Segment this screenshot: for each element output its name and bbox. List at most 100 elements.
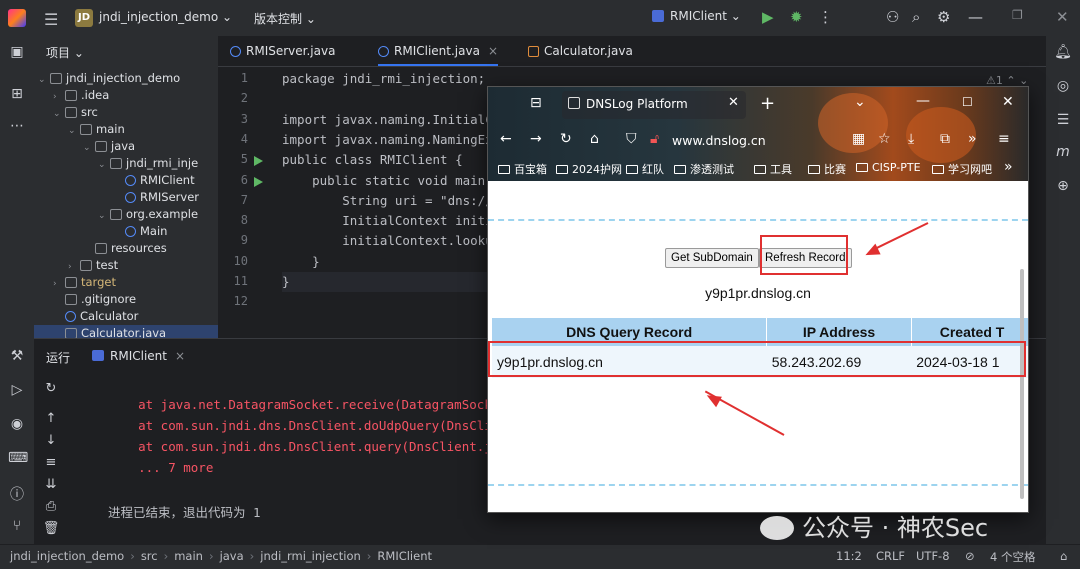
browser-tab-close-icon[interactable]: ✕ xyxy=(728,95,739,110)
minimize-icon[interactable]: — xyxy=(968,8,983,26)
tree-item[interactable]: ⌄ org.example xyxy=(34,206,218,223)
tree-item[interactable]: Main xyxy=(34,223,218,240)
more-bookmarks-icon[interactable]: » xyxy=(1004,159,1013,175)
scroll-to-end-icon[interactable]: ⇊ xyxy=(42,477,60,492)
line-separator[interactable]: CRLF xyxy=(876,549,905,563)
bookmark-item[interactable]: 学习网吧 xyxy=(932,161,992,177)
ai-assistant-icon[interactable]: ◎ xyxy=(1054,78,1072,94)
bookmark-item[interactable]: 百宝箱 xyxy=(498,161,547,177)
bookmark-star-icon[interactable]: ☆ xyxy=(878,131,891,147)
lock-icon[interactable]: ⌂ xyxy=(1060,549,1067,563)
tree-item[interactable]: ⌄ src xyxy=(34,104,218,121)
run-tool-icon[interactable]: ▷ xyxy=(8,382,26,400)
tree-item[interactable]: › target xyxy=(34,274,218,291)
rerun-icon[interactable]: ↻ xyxy=(42,381,60,396)
breadcrumb-item[interactable]: java xyxy=(220,549,244,563)
debug-icon[interactable]: ✹ xyxy=(790,8,803,26)
project-panel-title[interactable]: 项目 ⌄ xyxy=(46,44,84,61)
breadcrumb-item[interactable]: src xyxy=(141,549,158,563)
browser-maximize-icon[interactable]: ☐ xyxy=(962,95,973,109)
gutter-run-icon[interactable] xyxy=(254,156,263,167)
maven-icon[interactable]: m xyxy=(1054,144,1072,160)
breadcrumb-item[interactable]: RMIClient xyxy=(377,549,432,563)
tree-item[interactable]: Calculator xyxy=(34,308,218,325)
extensions-icon[interactable]: ⧉ xyxy=(940,131,950,147)
address-bar[interactable]: www.dnslog.cn xyxy=(672,133,766,148)
bookmark-item[interactable]: 比赛 xyxy=(808,161,846,177)
problems-tool-icon[interactable]: ⓘ xyxy=(8,484,26,503)
run-icon[interactable]: ▶ xyxy=(762,8,774,26)
git-tool-icon[interactable]: ⑂ xyxy=(8,518,26,536)
tree-item[interactable]: RMIServer xyxy=(34,189,218,206)
run-config-selector[interactable]: RMIClient ⌄ xyxy=(652,9,741,23)
tree-item[interactable]: ⌄ java xyxy=(34,138,218,155)
tab-rmiclient[interactable]: RMIClient.java × xyxy=(378,36,498,66)
print-icon[interactable]: ⎙ xyxy=(42,499,60,514)
tab-overview-icon[interactable]: ⊟ xyxy=(530,95,542,111)
run-tab-rmiclient[interactable]: RMIClient × xyxy=(92,349,185,363)
browser-close-icon[interactable]: ✕ xyxy=(1002,94,1014,110)
search-icon[interactable]: ⌕ xyxy=(912,8,920,26)
bookmark-item[interactable]: 红队 xyxy=(626,161,664,177)
restore-icon[interactable]: ❐ xyxy=(1012,8,1023,22)
bookmark-item[interactable]: CISP-PTE xyxy=(856,161,921,174)
get-subdomain-button[interactable]: Get SubDomain xyxy=(665,248,759,268)
run-tab-close-icon[interactable]: × xyxy=(175,349,185,363)
tab-rmiserver[interactable]: RMIServer.java xyxy=(230,36,335,66)
bookmark-item[interactable]: 2024护网 xyxy=(556,161,622,177)
breadcrumb-item[interactable]: main xyxy=(174,549,203,563)
file-encoding[interactable]: UTF-8 xyxy=(916,549,950,563)
caret-position[interactable]: 11:2 xyxy=(836,549,862,563)
new-tab-icon[interactable]: + xyxy=(760,93,775,114)
tree-item[interactable]: .gitignore xyxy=(34,291,218,308)
clear-icon[interactable]: 🗑︎ xyxy=(42,521,60,536)
overflow-icon[interactable]: » xyxy=(968,131,977,147)
main-menu-icon[interactable]: ☰ xyxy=(44,10,58,29)
soft-wrap-icon[interactable]: ≡ xyxy=(42,455,60,470)
tree-item[interactable]: ⌄ jndi_rmi_inje xyxy=(34,155,218,172)
project-tool-icon[interactable]: ▣ xyxy=(8,44,26,62)
browser-minimize-icon[interactable]: — xyxy=(916,93,930,109)
downloads-icon[interactable]: ⤓ xyxy=(908,131,914,147)
build-tool-icon[interactable]: ⚒ xyxy=(8,348,26,366)
qr-code-icon[interactable]: ▦ xyxy=(852,131,865,147)
breadcrumb-item[interactable]: jndi_injection_demo xyxy=(10,549,124,563)
notifications-icon[interactable]: 🔔︎ xyxy=(1054,44,1072,60)
gutter-run-icon[interactable] xyxy=(254,176,263,187)
scroll-down-icon[interactable]: ↓ xyxy=(42,433,60,448)
insecure-lock-icon[interactable]: 🔓︎ xyxy=(650,131,659,147)
tree-item[interactable]: resources xyxy=(34,240,218,257)
breadcrumb-item[interactable]: jndi_rmi_injection xyxy=(260,549,361,563)
tree-item[interactable]: RMIClient xyxy=(34,172,218,189)
services-tool-icon[interactable]: ◉ xyxy=(8,416,26,434)
indent-setting[interactable]: 4 个空格 xyxy=(990,549,1035,565)
page-scrollbar[interactable] xyxy=(1020,269,1024,499)
more-tools-icon[interactable]: ⋯ xyxy=(8,118,26,136)
tree-item[interactable]: › .idea xyxy=(34,87,218,104)
bookmark-item[interactable]: 渗透测试 xyxy=(674,161,734,177)
globe-icon[interactable]: ⊕ xyxy=(1054,178,1072,194)
tree-item[interactable]: Calculator.java xyxy=(34,325,218,338)
tab-list-icon[interactable]: ⌄ xyxy=(854,94,866,110)
terminal-tool-icon[interactable]: ⌨ xyxy=(8,450,28,468)
project-selector[interactable]: jndi_injection_demo ⌄ xyxy=(99,10,232,24)
reload-icon[interactable]: ↻ xyxy=(560,131,572,147)
scroll-up-icon[interactable]: ↑ xyxy=(42,411,60,426)
app-menu-icon[interactable]: ≡ xyxy=(998,131,1010,147)
readonly-toggle-icon[interactable]: ⊘ xyxy=(965,549,975,563)
tree-item[interactable]: ⌄ main xyxy=(34,121,218,138)
forward-icon[interactable]: → xyxy=(530,131,542,147)
vcs-menu[interactable]: 版本控制 ⌄ xyxy=(254,10,316,27)
tab-calculator[interactable]: Calculator.java xyxy=(528,36,633,66)
tree-item[interactable]: › test xyxy=(34,257,218,274)
close-window-icon[interactable]: ✕ xyxy=(1056,8,1069,26)
settings-icon[interactable]: ⚙ xyxy=(937,8,950,26)
add-user-icon[interactable]: ⚇ xyxy=(886,8,899,26)
home-icon[interactable]: ⌂ xyxy=(590,131,599,147)
code-area[interactable]: package jndi_rmi_injection; import javax.… xyxy=(280,67,488,338)
bookmark-item[interactable]: 工具 xyxy=(754,161,792,177)
structure-tool-icon[interactable]: ⊞ xyxy=(8,86,26,104)
tab-close-icon[interactable]: × xyxy=(488,44,498,58)
database-icon[interactable]: ☰ xyxy=(1054,112,1072,128)
tree-item[interactable]: ⌄ jndi_injection_demo xyxy=(34,70,218,87)
